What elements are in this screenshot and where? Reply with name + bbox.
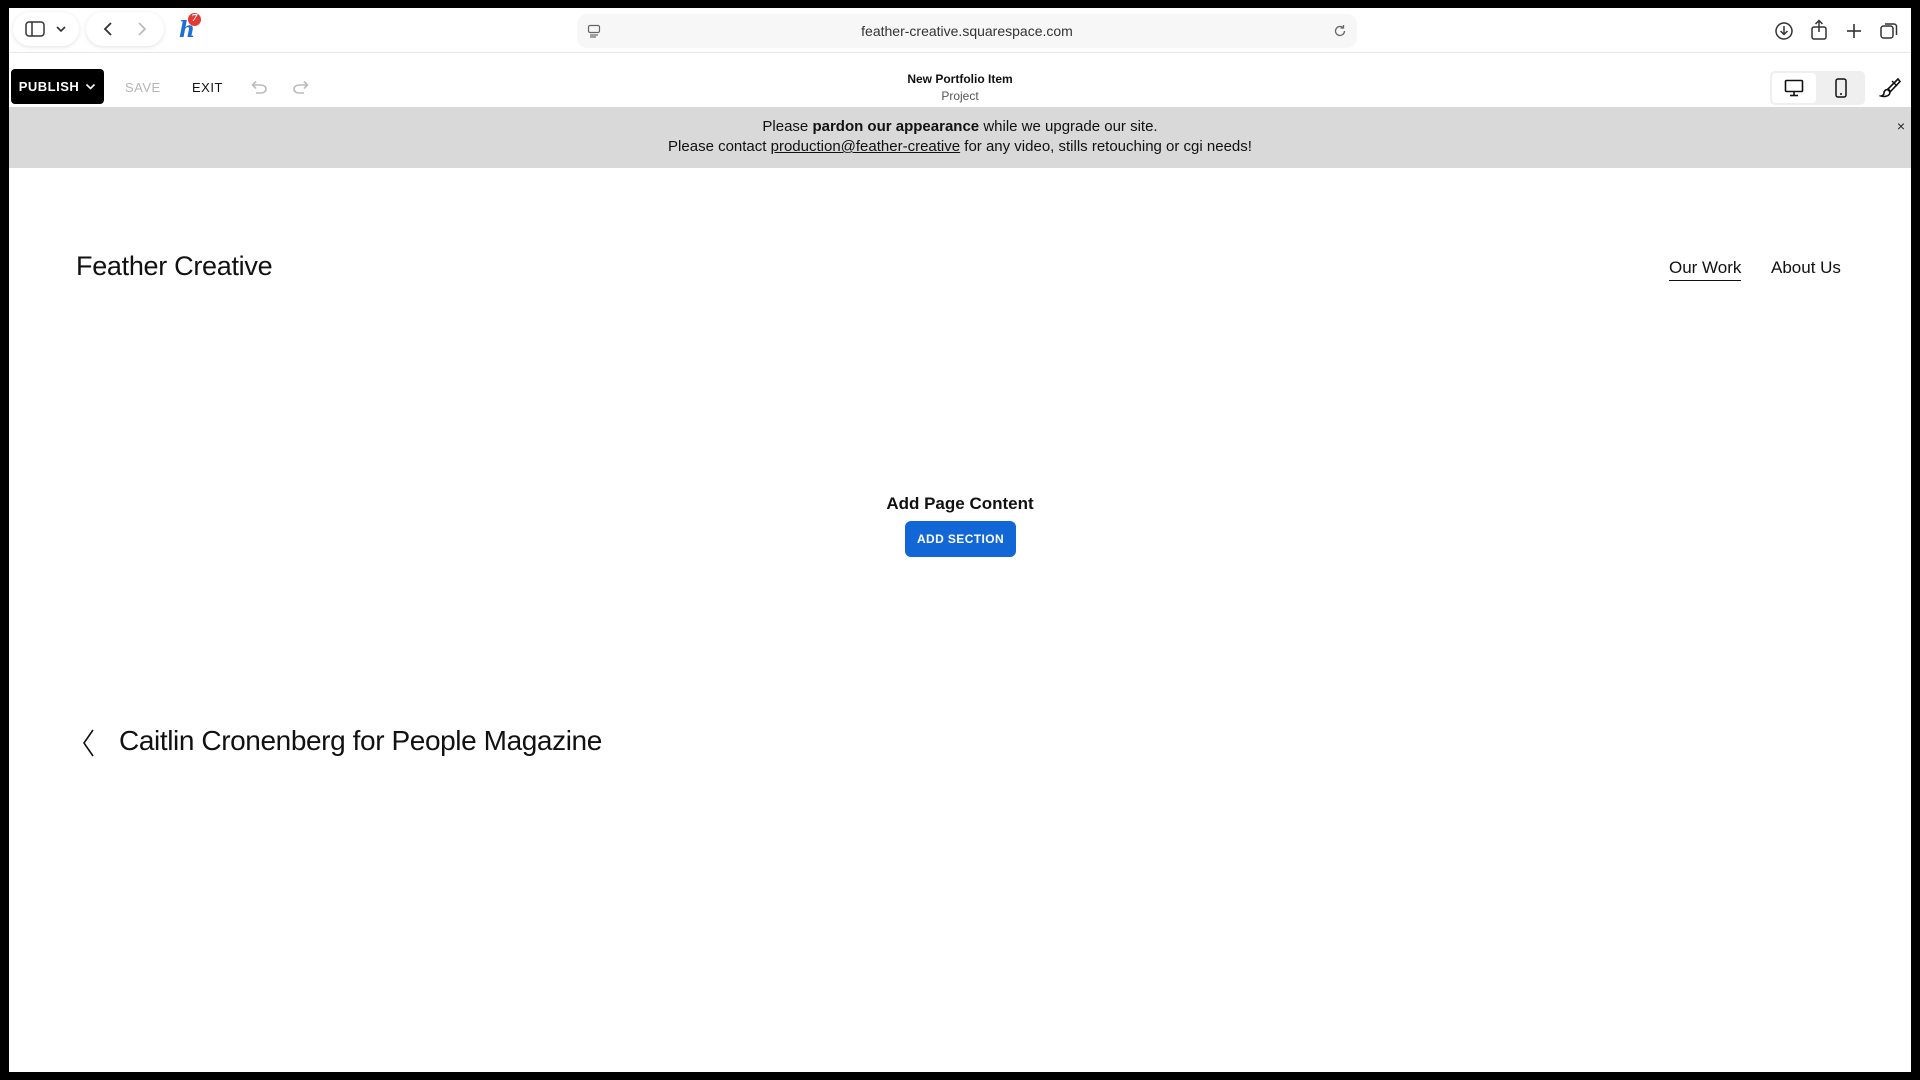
chevron-down-icon[interactable] xyxy=(50,14,72,44)
add-section-button[interactable]: ADD SECTION xyxy=(905,521,1016,557)
history-nav-group xyxy=(86,12,164,46)
device-toggle xyxy=(1770,71,1865,105)
new-tab-icon[interactable] xyxy=(1842,19,1866,43)
forward-arrow-icon[interactable] xyxy=(125,14,159,44)
address-bar[interactable]: feather-creative.squarespace.com xyxy=(577,14,1357,48)
announcement-text: while we upgrade our site. xyxy=(979,118,1158,135)
announcement-text: for any video, stills retouching or cgi … xyxy=(960,138,1252,155)
contact-email-link[interactable]: production@feather-creative xyxy=(771,138,961,155)
sidebar-icon[interactable] xyxy=(20,14,50,44)
extension-badge: 7 xyxy=(188,13,201,26)
back-arrow-icon[interactable] xyxy=(91,14,125,44)
site-title[interactable]: Feather Creative xyxy=(76,251,273,282)
announcement-emphasis: pardon our appearance xyxy=(812,118,980,135)
announcement-text: Please xyxy=(762,118,813,135)
app-window: h7 feather-creative.squarespace.com PUBL… xyxy=(9,8,1911,1072)
close-icon[interactable]: × xyxy=(1897,118,1905,134)
add-page-content-title: Add Page Content xyxy=(886,494,1034,513)
reload-icon[interactable] xyxy=(1331,22,1349,40)
extension-icon[interactable]: h7 xyxy=(173,13,201,44)
sidebar-toggle-group xyxy=(13,12,79,46)
share-icon[interactable] xyxy=(1807,17,1831,43)
announcement-bar: Please pardon our appearance while we up… xyxy=(9,107,1911,168)
page-title: New Portfolio Item xyxy=(907,72,1013,86)
page-type: Project xyxy=(941,89,979,103)
nav-our-work[interactable]: Our Work xyxy=(1669,258,1742,281)
announcement-line-1: Please pardon our appearance while we up… xyxy=(9,118,1911,135)
url-text: feather-creative.squarespace.com xyxy=(861,23,1073,39)
mobile-icon xyxy=(1835,78,1847,98)
previous-project-link[interactable]: Caitlin Cronenberg for People Magazine xyxy=(119,725,602,757)
nav-about-us[interactable]: About Us xyxy=(1771,258,1841,278)
paintbrush-icon[interactable] xyxy=(1877,75,1903,101)
page-meta: New Portfolio Item Project xyxy=(9,72,1911,103)
browser-toolbar: h7 feather-creative.squarespace.com xyxy=(9,8,1911,53)
announcement-text: Please contact xyxy=(668,138,771,155)
desktop-view-button[interactable] xyxy=(1772,73,1816,103)
announcement-line-2: Please contact production@feather-creati… xyxy=(9,138,1911,155)
download-icon[interactable] xyxy=(1772,19,1796,43)
tab-overview-icon[interactable] xyxy=(1877,19,1901,43)
mobile-view-button[interactable] xyxy=(1819,73,1863,103)
desktop-icon xyxy=(1784,79,1804,97)
chevron-left-icon[interactable] xyxy=(78,726,98,760)
